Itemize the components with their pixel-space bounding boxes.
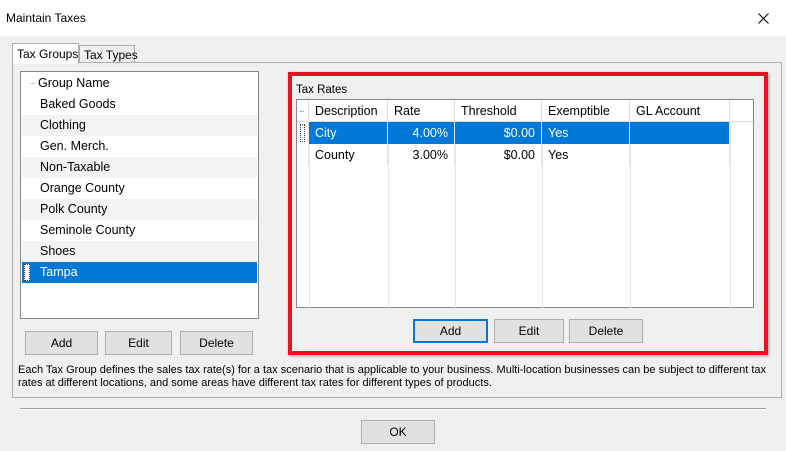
- cell-threshold[interactable]: $0.00: [455, 144, 542, 166]
- list-item[interactable]: Baked Goods: [22, 94, 257, 115]
- grid-corner: [297, 100, 309, 122]
- table-row[interactable]: County 3.00% $0.00 Yes: [297, 144, 730, 166]
- cell-exemptible[interactable]: Yes: [542, 122, 630, 144]
- list-item[interactable]: Polk County: [22, 199, 257, 220]
- list-item[interactable]: Seminole County: [22, 220, 257, 241]
- delete-group-button[interactable]: Delete: [180, 331, 253, 355]
- cell-rate[interactable]: 3.00%: [388, 144, 455, 166]
- tax-rates-label: Tax Rates: [296, 84, 348, 96]
- help-text: Each Tax Group defines the sales tax rat…: [18, 364, 766, 389]
- row-focus-icon: [300, 124, 305, 142]
- add-group-button[interactable]: Add: [25, 331, 98, 355]
- column-header-exemptible[interactable]: Exemptible: [542, 100, 630, 122]
- tax-rates-grid[interactable]: Description Rate Threshold Exemptible GL…: [296, 99, 754, 308]
- grid-header: Description Rate Threshold Exemptible GL…: [297, 100, 753, 122]
- column-header-description[interactable]: Description: [309, 100, 388, 122]
- tab-tax-types[interactable]: Tax Types: [79, 45, 138, 63]
- list-item[interactable]: Clothing: [22, 115, 257, 136]
- row-focus-icon: [24, 264, 30, 281]
- tax-group-list[interactable]: Group Name Baked Goods Clothing Gen. Mer…: [20, 71, 259, 319]
- column-header-rate[interactable]: Rate: [388, 100, 455, 122]
- cell-description[interactable]: County: [309, 144, 388, 166]
- list-item[interactable]: Orange County: [22, 178, 257, 199]
- list-item-selected[interactable]: Tampa: [22, 262, 257, 283]
- group-list-header[interactable]: Group Name: [22, 73, 257, 94]
- close-icon: [757, 12, 769, 24]
- title-bar: Maintain Taxes: [0, 0, 786, 36]
- close-button[interactable]: [740, 0, 786, 36]
- grid-line: [730, 122, 731, 308]
- cell-gl-account[interactable]: [630, 144, 730, 166]
- table-row[interactable]: City 4.00% $0.00 Yes: [297, 122, 730, 144]
- list-item[interactable]: Shoes: [22, 241, 257, 262]
- tab-tax-groups[interactable]: Tax Groups: [12, 43, 79, 64]
- row-header[interactable]: [297, 122, 309, 144]
- list-item[interactable]: Gen. Merch.: [22, 136, 257, 157]
- delete-rate-button[interactable]: Delete: [569, 319, 643, 343]
- group-name-column-header: Group Name: [38, 76, 110, 90]
- list-item[interactable]: Non-Taxable: [22, 157, 257, 178]
- list-item-label: Tampa: [40, 265, 78, 279]
- column-header-threshold[interactable]: Threshold: [455, 100, 542, 122]
- tree-line-icon: [30, 83, 35, 84]
- tree-line-icon: [300, 111, 304, 113]
- cell-gl-account[interactable]: [630, 122, 730, 144]
- edit-rate-button[interactable]: Edit: [494, 319, 564, 343]
- column-header-gl-account[interactable]: GL Account: [630, 100, 730, 122]
- divider: [20, 408, 766, 410]
- cell-threshold[interactable]: $0.00: [455, 122, 542, 144]
- cell-rate[interactable]: 4.00%: [388, 122, 455, 144]
- window-title: Maintain Taxes: [6, 11, 86, 25]
- edit-group-button[interactable]: Edit: [105, 331, 172, 355]
- ok-button[interactable]: OK: [361, 420, 435, 444]
- add-rate-button[interactable]: Add: [413, 319, 488, 343]
- cell-description[interactable]: City: [309, 122, 388, 144]
- row-header[interactable]: [297, 144, 309, 166]
- cell-exemptible[interactable]: Yes: [542, 144, 630, 166]
